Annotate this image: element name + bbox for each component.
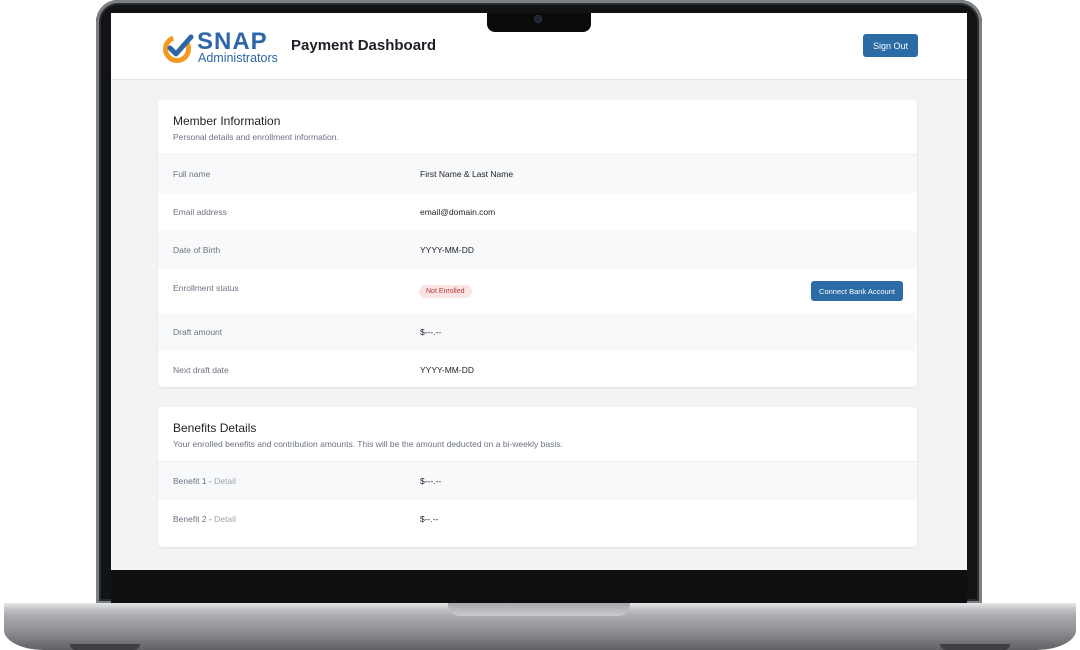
enrollment-status-badge: Not Enrolled [419,285,472,298]
benefit-1-detail: Detail [214,476,236,486]
email-value: email@domain.com [420,207,496,217]
benefits-card-header: Benefits Details Your enrolled benefits … [158,407,917,462]
enrollment-status-label: Enrollment status [173,283,239,293]
draft-amount-value: $---.-- [420,327,442,337]
member-card-header: Member Information Personal details and … [158,100,917,155]
member-card-subtitle: Personal details and enrollment informat… [173,132,339,142]
next-draft-date-label: Next draft date [173,365,229,375]
row-benefit-1: Benefit 1 - Detail $---.-- [158,462,917,500]
camera-notch [487,13,591,32]
connect-bank-account-button[interactable]: Connect Bank Account [811,281,903,301]
laptop-chin [111,570,967,604]
benefit-2-separator: - [206,514,215,524]
date-of-birth-label: Date of Birth [173,245,221,255]
benefit-2-value: $--.-- [420,514,439,524]
row-draft-amount: Draft amount $---.-- [158,313,917,351]
benefit-1-name: Benefit 1 [173,476,207,486]
row-next-draft-date: Next draft date YYYY-MM-DD [158,351,917,389]
snap-logo: SNAP Administrators [162,29,282,66]
benefit-2-name: Benefit 2 [173,514,207,524]
laptop-foot-left [70,644,140,650]
benefit-2-label: Benefit 2 - Detail [173,514,236,524]
draft-amount-label: Draft amount [173,327,223,337]
laptop-screen: SNAP Administrators Payment Dashboard Si… [111,13,967,570]
page-title: Payment Dashboard [291,37,437,54]
member-information-card: Member Information Personal details and … [158,100,917,387]
next-draft-date-value: YYYY-MM-DD [420,365,474,375]
email-label: Email address [173,207,227,217]
benefits-card-title: Benefits Details [173,421,257,435]
date-of-birth-value: YYYY-MM-DD [420,245,474,255]
member-card-title: Member Information [173,114,281,128]
benefits-details-card: Benefits Details Your enrolled benefits … [158,407,917,547]
benefit-1-value: $---.-- [420,476,442,486]
row-full-name: Full name First Name & Last Name [158,155,917,193]
checkmark-logo-icon [163,34,194,63]
benefit-2-detail: Detail [214,514,236,524]
row-email: Email address email@domain.com [158,193,917,231]
sign-out-button[interactable]: Sign Out [863,34,918,57]
benefit-1-label: Benefit 1 - Detail [173,476,236,486]
full-name-label: Full name [173,169,211,179]
camera-icon [535,16,541,22]
benefit-1-separator: - [206,476,215,486]
row-date-of-birth: Date of Birth YYYY-MM-DD [158,231,917,269]
laptop-opening-notch [448,603,630,616]
row-enrollment-status: Enrollment status Not Enrolled Connect B… [158,269,917,313]
logo-subtitle: Administrators [198,51,278,65]
full-name-value: First Name & Last Name [420,169,514,179]
row-benefit-2: Benefit 2 - Detail $--.-- [158,500,917,538]
laptop-foot-right [940,644,1010,650]
benefits-card-subtitle: Your enrolled benefits and contribution … [173,439,563,449]
